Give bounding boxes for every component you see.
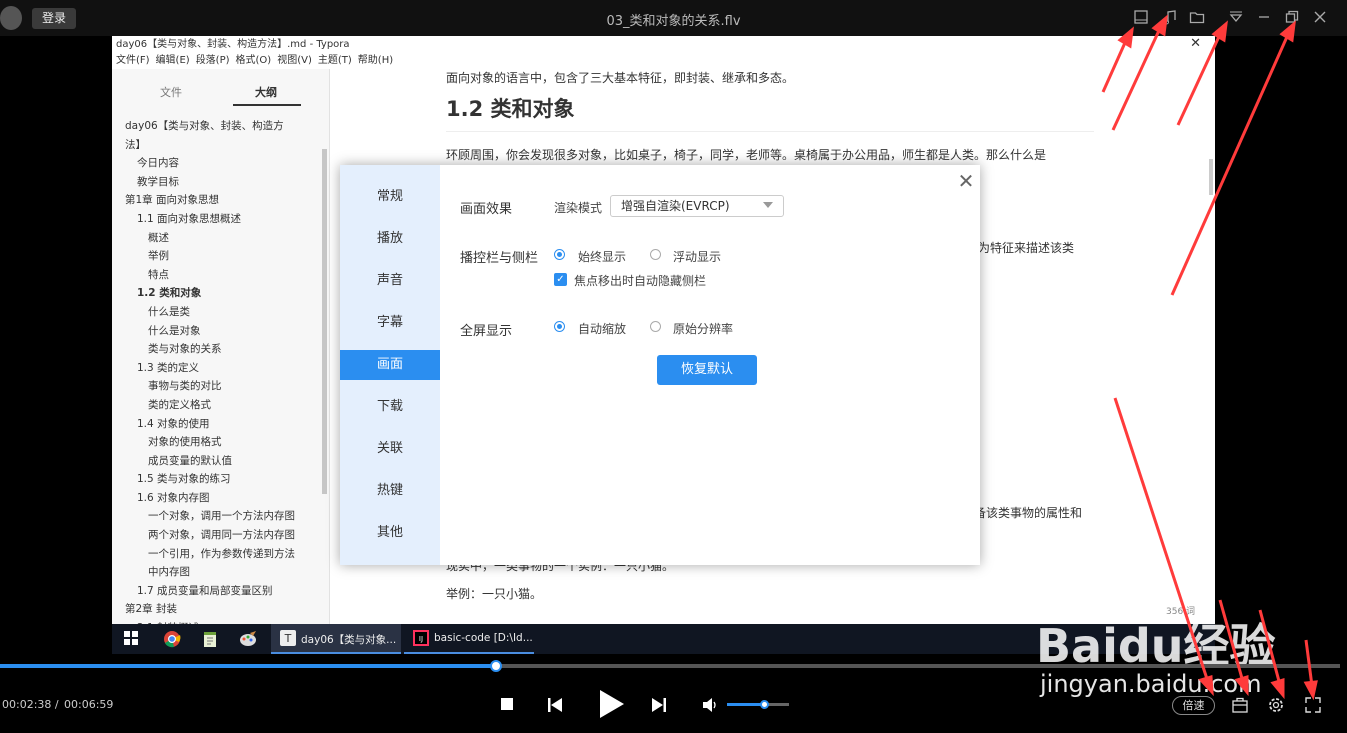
arrow-head xyxy=(1151,14,1168,37)
arrow-head xyxy=(1234,674,1249,697)
arrow-line xyxy=(1176,29,1224,126)
arrow-head xyxy=(1279,20,1296,43)
arrow-head xyxy=(1117,26,1134,49)
arrow-line xyxy=(1218,599,1245,683)
arrow-line xyxy=(1101,35,1130,93)
arrow-head xyxy=(1198,675,1214,697)
arrow-line xyxy=(1113,397,1210,683)
arrow-head xyxy=(1303,680,1318,701)
arrow-head xyxy=(1270,677,1285,700)
player-window: 登录 03_类和对象的关系.flv day06【类与对象、封装、构造方法】.md… xyxy=(0,0,1347,733)
annotation-arrows xyxy=(1101,14,1318,701)
arrow-line xyxy=(1258,609,1282,686)
arrow-line xyxy=(1304,639,1314,687)
arrow-line xyxy=(1170,29,1292,296)
arrow-head xyxy=(1211,20,1228,43)
